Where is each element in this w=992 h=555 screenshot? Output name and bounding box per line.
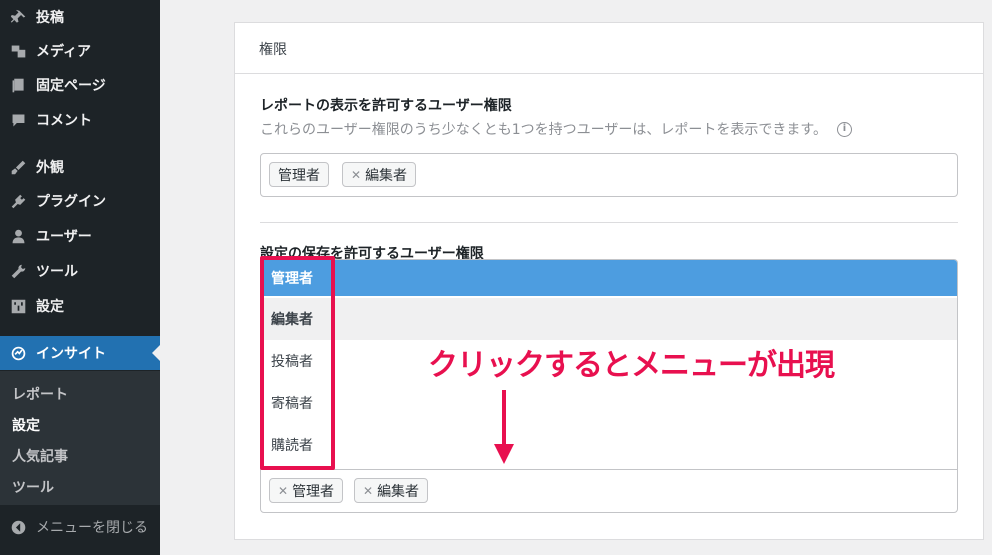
dropdown-option[interactable]: 編集者 <box>261 298 957 340</box>
info-icon[interactable]: i <box>836 121 852 137</box>
tag-label: 管理者 <box>278 167 320 184</box>
sidebar-item-label: インサイト <box>36 346 106 362</box>
dropdown-option[interactable]: 管理者 <box>261 260 957 296</box>
dropdown-option[interactable]: 購読者 <box>261 424 957 466</box>
tag-label: 編集者 <box>365 167 408 184</box>
sidebar-item-comments[interactable]: コメント <box>0 103 160 137</box>
submenu-item-tools[interactable]: ツール <box>12 477 54 497</box>
admin-sidebar: 投稿 メディア 固定ページ コメント 外観 プラグイン ユーザー ツール 設定 … <box>0 0 160 555</box>
sidebar-item-plugins[interactable]: プラグイン <box>0 184 160 218</box>
report-permission-description: これらのユーザー権限のうち少なくとも1つを持つユーザーは、レポートを表示できます… <box>260 119 852 139</box>
sidebar-item-posts[interactable]: 投稿 <box>0 0 160 34</box>
role-tag: ✕ 編集者 <box>342 162 417 187</box>
report-permission-title: レポートの表示を許可するユーザー権限 <box>260 98 512 114</box>
sidebar-item-label: ユーザー <box>36 229 92 245</box>
sidebar-item-media[interactable]: メディア <box>0 34 160 68</box>
sidebar-item-label: 投稿 <box>36 10 64 26</box>
active-indicator <box>152 345 160 361</box>
collapse-menu-button[interactable]: メニューを閉じる <box>0 510 160 544</box>
sidebar-item-label: メディア <box>36 44 92 60</box>
sidebar-item-label: 設定 <box>36 299 64 315</box>
save-roles-select[interactable]: ✕ 管理者 ✕ 編集者 <box>260 469 958 513</box>
plugin-icon <box>0 193 36 210</box>
media-icon <box>0 43 36 60</box>
tag-label: 編集者 <box>377 483 420 500</box>
sidebar-item-pages[interactable]: 固定ページ <box>0 68 160 102</box>
description-text: これらのユーザー権限のうち少なくとも1つを持つユーザーは、レポートを表示できます… <box>260 122 827 138</box>
remove-tag-icon[interactable]: ✕ <box>363 484 373 498</box>
sidebar-item-settings[interactable]: 設定 <box>0 289 160 323</box>
pin-icon <box>0 9 36 26</box>
role-tag: ✕ 管理者 <box>269 478 344 503</box>
collapse-label: メニューを閉じる <box>36 520 148 536</box>
sidebar-item-label: コメント <box>36 113 92 129</box>
sidebar-item-label: プラグイン <box>36 194 106 210</box>
page-icon <box>0 77 36 94</box>
wrench-icon <box>0 263 36 280</box>
annotation-callout: クリックするとメニューが出現 <box>428 348 835 383</box>
submenu-item-settings[interactable]: 設定 <box>12 415 40 435</box>
remove-tag-icon[interactable]: ✕ <box>278 484 288 498</box>
down-arrow-icon <box>494 390 514 464</box>
report-roles-select[interactable]: 管理者 ✕ 編集者 <box>260 153 958 197</box>
permissions-panel: 権限 レポートの表示を許可するユーザー権限 これらのユーザー権限のうち少なくとも… <box>234 22 984 540</box>
settings-icon <box>0 298 36 315</box>
comment-icon <box>0 112 36 129</box>
insights-submenu: レポート 設定 人気記事 ツール <box>0 371 160 505</box>
dropdown-option[interactable]: 寄稿者 <box>261 382 957 424</box>
remove-tag-icon[interactable]: ✕ <box>351 168 361 182</box>
sidebar-item-appearance[interactable]: 外観 <box>0 150 160 184</box>
collapse-icon <box>0 519 36 536</box>
sidebar-item-users[interactable]: ユーザー <box>0 219 160 253</box>
tag-label: 管理者 <box>292 483 335 500</box>
section-divider <box>260 222 958 223</box>
sidebar-item-label: ツール <box>36 264 78 280</box>
submenu-item-reports[interactable]: レポート <box>12 384 68 404</box>
sidebar-item-label: 外観 <box>36 160 64 176</box>
role-tag: 管理者 <box>269 162 329 187</box>
brush-icon <box>0 159 36 176</box>
role-tag: ✕ 編集者 <box>354 478 429 503</box>
submenu-item-popular[interactable]: 人気記事 <box>12 446 68 466</box>
user-icon <box>0 228 36 245</box>
sidebar-item-label: 固定ページ <box>36 78 106 94</box>
panel-header: 権限 <box>235 23 983 74</box>
sidebar-item-tools[interactable]: ツール <box>0 254 160 288</box>
sidebar-item-insights[interactable]: インサイト <box>0 336 160 370</box>
insights-icon <box>0 345 36 362</box>
